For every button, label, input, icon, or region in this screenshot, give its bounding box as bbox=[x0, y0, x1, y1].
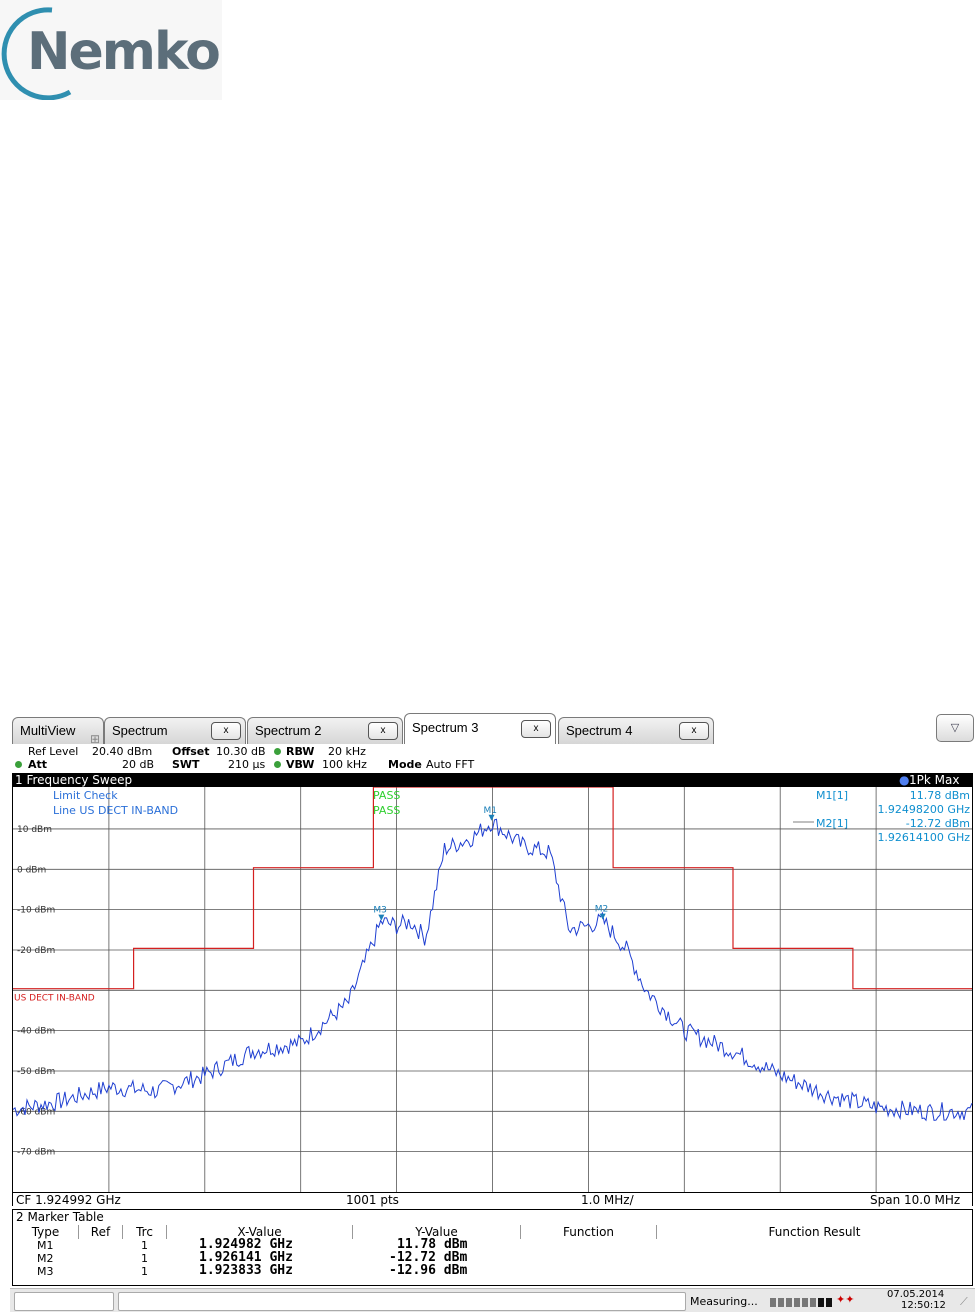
resize-grip-icon[interactable]: ⟋ bbox=[960, 1295, 968, 1309]
sweep-plot: 10 dBm 0 dBm -10 dBm -20 dBm -40 dBm -50 dBm -… bbox=[13, 787, 973, 1192]
marker-table: Type Ref Trc X-Value Y-Value Function Fu… bbox=[12, 1224, 973, 1286]
marker-2-label: M2[1] bbox=[816, 817, 848, 830]
tab-label: Spectrum 3 bbox=[412, 720, 479, 735]
y-tick-label: -10 dBm bbox=[17, 906, 55, 916]
ref-level-value: 20.40 dBm bbox=[92, 745, 153, 758]
frequency-per-division: 1.0 MHz/ bbox=[581, 1193, 634, 1207]
marker-1-level: 11.78 dBm bbox=[910, 789, 970, 802]
marker-type: M2 bbox=[37, 1252, 54, 1265]
column-header: Type bbox=[13, 1225, 79, 1239]
close-tab-button[interactable]: x bbox=[211, 722, 241, 740]
vbw-label: VBW bbox=[286, 758, 315, 771]
tab-spectrum-3[interactable]: Spectrum 3 x bbox=[404, 713, 556, 744]
y-tick-label: -40 dBm bbox=[17, 1027, 55, 1037]
offset-value: 10.30 dB bbox=[216, 745, 266, 758]
sweep-points: 1001 pts bbox=[346, 1193, 399, 1207]
frequency-sweep-diagram[interactable]: 10 dBm 0 dBm -10 dBm -20 dBm -40 dBm -50 dBm -… bbox=[12, 787, 973, 1192]
tab-spectrum-4[interactable]: Spectrum 4 x bbox=[558, 717, 714, 744]
tab-bar: MultiView ⊞ Spectrum x Spectrum 2 x Spec… bbox=[10, 712, 975, 746]
close-tab-button[interactable]: x bbox=[368, 722, 398, 740]
y-tick-label: -60 dBm bbox=[17, 1107, 55, 1117]
mode-value: Auto FFT bbox=[426, 758, 475, 771]
status-time: 12:50:12 bbox=[901, 1300, 946, 1311]
status-field-1[interactable] bbox=[14, 1292, 114, 1311]
limit-check-result: PASS bbox=[373, 789, 400, 802]
close-tab-button[interactable]: x bbox=[521, 720, 551, 738]
marker-trace: 1 bbox=[141, 1252, 148, 1265]
nemko-logo: Nemko bbox=[0, 0, 222, 100]
marker-x-value: 1.923833 GHz bbox=[199, 1263, 293, 1278]
measuring-status: Measuring... bbox=[690, 1295, 758, 1308]
rbw-indicator-icon bbox=[274, 748, 281, 755]
column-header: Trc bbox=[123, 1225, 167, 1239]
marker-table-header: Type Ref Trc X-Value Y-Value Function Fu… bbox=[13, 1225, 972, 1239]
limit-line-label: US DECT IN-BAND bbox=[14, 994, 95, 1004]
marker-1-label: M1[1] bbox=[816, 789, 848, 802]
vbw-value: 100 kHz bbox=[322, 758, 367, 771]
att-value: 20 dB bbox=[122, 758, 155, 771]
marker-type: M3 bbox=[37, 1265, 54, 1278]
tab-dropdown-button[interactable]: ▽ bbox=[936, 714, 974, 742]
tab-label: Spectrum 2 bbox=[255, 723, 322, 738]
close-tab-button[interactable]: x bbox=[679, 722, 709, 740]
tab-label: Spectrum 4 bbox=[566, 723, 633, 738]
table-row[interactable]: M3 1 1.923833 GHz -12.96 dBm bbox=[13, 1263, 972, 1278]
marker-1-frequency: 1.92498200 GHz bbox=[877, 803, 970, 816]
vbw-indicator-icon bbox=[274, 761, 281, 768]
tab-spectrum-2[interactable]: Spectrum 2 x bbox=[247, 717, 403, 744]
tab-multiview[interactable]: MultiView ⊞ bbox=[12, 717, 104, 746]
limit-line-check-label: Line US DECT IN-BAND bbox=[53, 804, 178, 817]
frequency-span: Span 10.0 MHz bbox=[870, 1193, 961, 1207]
status-date: 07.05.2014 bbox=[887, 1289, 945, 1300]
rbw-label: RBW bbox=[286, 745, 315, 758]
measurement-settings: Ref Level 20.40 dBm Offset 10.30 dB RBW … bbox=[10, 744, 975, 772]
marker-table-titlebar[interactable]: 2 Marker Table bbox=[12, 1209, 973, 1224]
marker-2-level: -12.72 dBm bbox=[906, 817, 970, 830]
column-header: Ref bbox=[79, 1225, 123, 1239]
limit-check-label: Limit Check bbox=[53, 789, 118, 802]
att-label: Att bbox=[28, 758, 48, 771]
att-indicator-icon bbox=[15, 761, 22, 768]
status-bar: Measuring... ✦✦ 07.05.2014 12:50:12 ⟋ bbox=[10, 1288, 975, 1312]
marker-label: M3 bbox=[373, 906, 387, 916]
y-tick-label: -20 dBm bbox=[17, 946, 55, 956]
ref-level-label: Ref Level bbox=[28, 745, 79, 758]
marker-type: M1 bbox=[37, 1239, 54, 1252]
swt-value: 210 µs bbox=[228, 758, 266, 771]
tab-spectrum[interactable]: Spectrum x bbox=[104, 717, 246, 744]
marker-y-value: -12.96 dBm bbox=[389, 1263, 468, 1278]
y-tick-label: 0 dBm bbox=[17, 865, 46, 875]
trace-indicator-icon: ● bbox=[899, 773, 910, 787]
marker-label: M1 bbox=[484, 806, 498, 816]
marker-2-frequency: 1.92614100 GHz bbox=[877, 831, 970, 844]
trace-label: 1Pk Max bbox=[909, 773, 960, 787]
sweep-window-title: 1 Frequency Sweep bbox=[15, 773, 133, 787]
swt-label: SWT bbox=[172, 758, 200, 771]
sweep-window-titlebar[interactable]: 1 Frequency Sweep ● 1Pk Max bbox=[12, 773, 973, 787]
tab-label: Spectrum bbox=[112, 723, 168, 738]
marker-table-title: 2 Marker Table bbox=[16, 1210, 104, 1224]
column-header: Function bbox=[521, 1225, 657, 1239]
mode-label: Mode bbox=[388, 758, 422, 771]
y-tick-label: -70 dBm bbox=[17, 1148, 55, 1158]
status-message-field[interactable] bbox=[118, 1292, 686, 1311]
table-row[interactable]: M1 1 1.924982 GHz 11.78 dBm bbox=[13, 1238, 972, 1252]
center-frequency: CF 1.924992 GHz bbox=[16, 1193, 121, 1207]
offset-label: Offset bbox=[172, 745, 210, 758]
limit-line-check-result: PASS bbox=[373, 804, 400, 817]
marker-trace: 1 bbox=[141, 1239, 148, 1252]
remote-status-icon: ✦✦ bbox=[836, 1293, 855, 1306]
y-tick-label: -50 dBm bbox=[17, 1067, 55, 1077]
table-row[interactable]: M2 1 1.926141 GHz -12.72 dBm bbox=[13, 1251, 972, 1265]
marker-label: M2 bbox=[595, 905, 609, 915]
marker-trace: 1 bbox=[141, 1265, 148, 1278]
rbw-value: 20 kHz bbox=[328, 745, 366, 758]
column-header: Function Result bbox=[768, 1225, 861, 1239]
tab-label: MultiView bbox=[20, 723, 76, 738]
spectrum-analyzer-window: MultiView ⊞ Spectrum x Spectrum 2 x Spec… bbox=[10, 712, 975, 1312]
sweep-footer: CF 1.924992 GHz 1001 pts 1.0 MHz/ Span 1… bbox=[12, 1192, 973, 1207]
logo-text: Nemko bbox=[27, 22, 221, 82]
y-tick-label: 10 dBm bbox=[17, 825, 52, 835]
